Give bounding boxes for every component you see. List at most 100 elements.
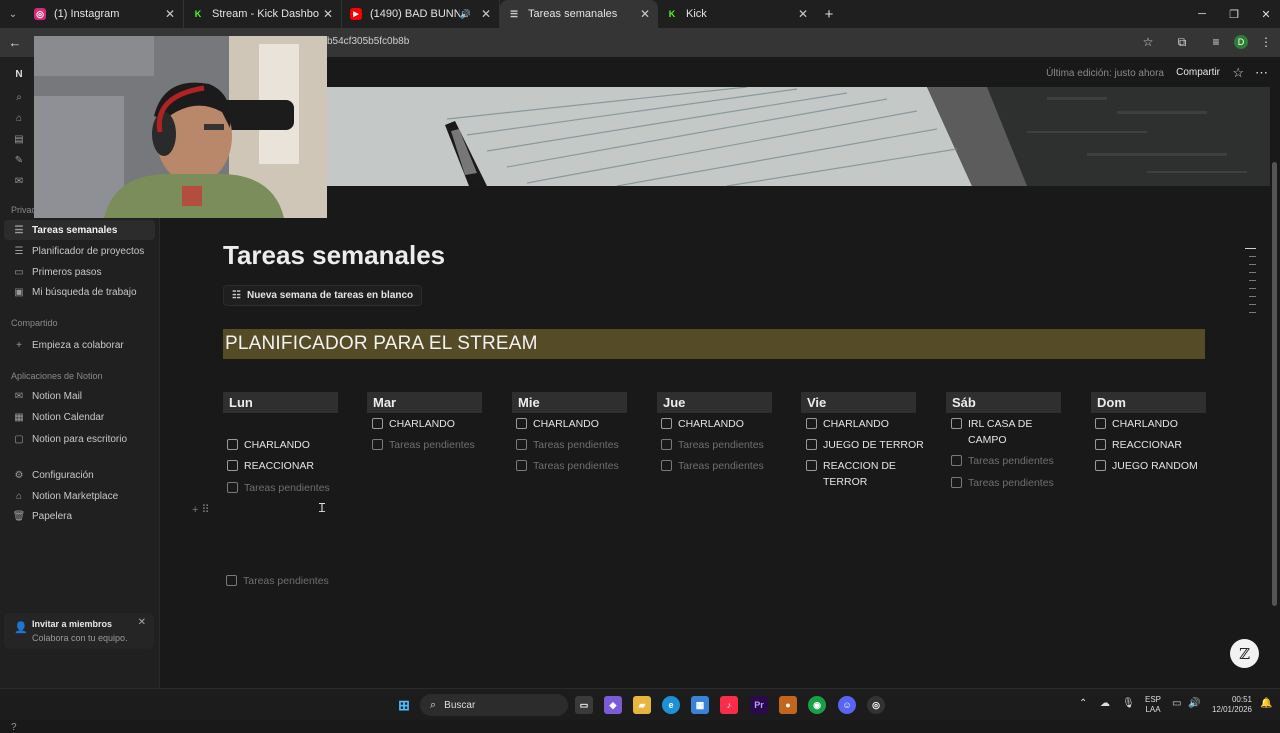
premiere-icon[interactable]: Pr bbox=[750, 696, 768, 714]
new-tab-icon[interactable]: + bbox=[816, 0, 842, 28]
todo-placeholder-text[interactable]: Tareas pendientes bbox=[968, 475, 1054, 491]
todo-placeholder[interactable]: Tareas pendientes bbox=[227, 480, 330, 496]
sidebar-item-notion-mail[interactable]: ✉ Notion Mail bbox=[4, 386, 155, 406]
checkbox[interactable] bbox=[951, 455, 962, 466]
sidebar-item-primeros-pasos[interactable]: ▭ Primeros pasos bbox=[4, 262, 155, 282]
todo-placeholder-text[interactable]: Tareas pendientes bbox=[243, 573, 329, 589]
browser-menu-icon[interactable]: ⋮ bbox=[1258, 34, 1274, 50]
copilot-icon[interactable]: ◆ bbox=[604, 696, 622, 714]
microphone-icon[interactable]: 🎙 bbox=[1122, 698, 1135, 709]
browser-tab-kick[interactable]: K Kick ✕ bbox=[658, 0, 816, 28]
todo-item[interactable]: CHARLANDO bbox=[227, 437, 310, 453]
close-icon[interactable]: ✕ bbox=[138, 617, 146, 628]
todo-item[interactable]: JUEGO DE TERROR bbox=[806, 437, 924, 453]
checkbox[interactable] bbox=[951, 477, 962, 488]
checkbox[interactable] bbox=[227, 439, 238, 450]
media-control-icon[interactable]: ≡ bbox=[1208, 34, 1224, 50]
volume-icon[interactable]: 🔊 bbox=[1188, 698, 1200, 709]
todo-placeholder[interactable]: Tareas pendientes bbox=[661, 458, 764, 474]
todo-placeholder-text[interactable]: Tareas pendientes bbox=[678, 437, 764, 453]
browser-tab-instagram[interactable]: ◎ (1) Instagram ✕ bbox=[26, 0, 184, 28]
invite-members-card[interactable]: 👤 Invitar a miembros Colabora con tu equ… bbox=[4, 613, 154, 649]
day-header[interactable]: Jue bbox=[657, 392, 772, 413]
day-header[interactable]: Lun bbox=[223, 392, 338, 413]
day-header[interactable]: Dom bbox=[1091, 392, 1206, 413]
tab-search-dropdown-icon[interactable]: ⌄ bbox=[0, 0, 26, 28]
browser-tab-youtube[interactable]: ▶ (1490) BAD BUNNY - KETU 🔊 ✕ bbox=[342, 0, 500, 28]
todo-text[interactable]: REACCIONAR bbox=[1112, 437, 1182, 453]
block-drag-handle-icon[interactable]: + ⠿ bbox=[192, 503, 210, 516]
todo-placeholder-text[interactable]: Tareas pendientes bbox=[533, 458, 619, 474]
close-tab-icon[interactable]: ✕ bbox=[323, 7, 333, 21]
todo-placeholder[interactable]: Tareas pendientes bbox=[951, 475, 1054, 491]
checkbox[interactable] bbox=[227, 460, 238, 471]
todo-placeholder[interactable]: Tareas pendientes bbox=[951, 453, 1054, 469]
checkbox[interactable] bbox=[1095, 439, 1106, 450]
sidebar-item-planificador[interactable]: ☰ Planificador de proyectos bbox=[4, 241, 155, 261]
todo-item[interactable]: CHARLANDO bbox=[516, 416, 599, 432]
sidebar-item-marketplace[interactable]: ⌂ Notion Marketplace bbox=[4, 486, 155, 506]
taskbar-clock[interactable]: 00:51 12/01/2026 bbox=[1206, 695, 1252, 715]
todo-placeholder-text[interactable]: Tareas pendientes bbox=[244, 480, 330, 496]
todo-item[interactable]: CHARLANDO bbox=[806, 416, 889, 432]
taskbar-search-box[interactable]: ⌕ Buscar bbox=[420, 694, 568, 716]
todo-item[interactable]: JUEGO RANDOM bbox=[1095, 458, 1198, 474]
day-header[interactable]: Mar bbox=[367, 392, 482, 413]
checkbox[interactable] bbox=[372, 439, 383, 450]
sidebar-item-busqueda-trabajo[interactable]: ▣ Mi búsqueda de trabajo bbox=[4, 282, 155, 302]
store-icon[interactable]: ▦ bbox=[691, 696, 709, 714]
tray-app-icon[interactable]: ☁ bbox=[1100, 698, 1110, 709]
tray-overflow-icon[interactable]: ⌃ bbox=[1079, 698, 1087, 709]
todo-text[interactable]: CHARLANDO bbox=[678, 416, 744, 432]
url-field[interactable]: b54cf305b5fc0b8b bbox=[327, 36, 409, 47]
todo-placeholder-text[interactable]: Tareas pendientes bbox=[389, 437, 475, 453]
todo-placeholder[interactable]: Tareas pendientes bbox=[226, 573, 329, 589]
stream-planner-heading[interactable]: PLANIFICADOR PARA EL STREAM bbox=[223, 329, 1205, 359]
todo-placeholder[interactable]: Tareas pendientes bbox=[516, 458, 619, 474]
edge-icon[interactable]: e bbox=[662, 696, 680, 714]
todo-item[interactable]: CHARLANDO bbox=[661, 416, 744, 432]
extensions-icon[interactable]: ⧉ bbox=[1174, 34, 1190, 50]
profile-avatar[interactable]: D bbox=[1234, 35, 1248, 49]
restore-icon[interactable]: ❐ bbox=[1218, 0, 1250, 28]
todo-placeholder-text[interactable]: Tareas pendientes bbox=[678, 458, 764, 474]
notion-ai-help-icon[interactable]: ℤ bbox=[1230, 639, 1259, 668]
favorite-star-icon[interactable]: ☆ bbox=[1232, 65, 1244, 81]
sidebar-item-notion-escritorio[interactable]: ▢ Notion para escritorio bbox=[4, 429, 155, 449]
checkbox[interactable] bbox=[806, 418, 817, 429]
checkbox[interactable] bbox=[372, 418, 383, 429]
checkbox[interactable] bbox=[516, 460, 527, 471]
close-tab-icon[interactable]: ✕ bbox=[798, 7, 808, 21]
todo-item[interactable]: CHARLANDO bbox=[372, 416, 455, 432]
todo-placeholder-text[interactable]: Tareas pendientes bbox=[533, 437, 619, 453]
checkbox[interactable] bbox=[227, 482, 238, 493]
page-cover-image[interactable] bbox=[327, 87, 1270, 186]
checkbox[interactable] bbox=[661, 418, 672, 429]
todo-item[interactable]: CHARLANDO bbox=[1095, 416, 1178, 432]
back-arrow-icon[interactable]: ← bbox=[0, 35, 30, 50]
todo-text[interactable]: CHARLANDO bbox=[244, 437, 310, 453]
todo-placeholder[interactable]: Tareas pendientes bbox=[516, 437, 619, 453]
help-question-icon[interactable]: ? bbox=[11, 722, 17, 733]
sidebar-item-papelera[interactable]: 🗑 Papelera bbox=[4, 506, 155, 526]
checkbox[interactable] bbox=[516, 418, 527, 429]
todo-text[interactable]: CHARLANDO bbox=[823, 416, 889, 432]
notification-bell-icon[interactable]: 🔔 bbox=[1260, 698, 1272, 709]
todo-placeholder[interactable]: Tareas pendientes bbox=[372, 437, 475, 453]
close-tab-icon[interactable]: ✕ bbox=[640, 7, 650, 21]
checkbox[interactable] bbox=[661, 460, 672, 471]
checkbox[interactable] bbox=[661, 439, 672, 450]
todo-item[interactable]: REACCIONAR bbox=[227, 458, 314, 474]
chrome-icon[interactable]: ◉ bbox=[808, 696, 826, 714]
page-scrollbar[interactable] bbox=[1272, 162, 1277, 606]
task-view-icon[interactable]: ▭ bbox=[575, 696, 593, 714]
todo-item[interactable]: REACCIONAR bbox=[1095, 437, 1182, 453]
network-icon[interactable]: ▭ bbox=[1172, 698, 1181, 709]
obs-icon[interactable]: ◎ bbox=[867, 696, 885, 714]
todo-item[interactable]: IRL CASA DE CAMPO bbox=[951, 416, 1047, 448]
windows-start-icon[interactable]: ⊞ bbox=[395, 696, 413, 714]
checkbox[interactable] bbox=[226, 575, 237, 586]
page-title[interactable]: Tareas semanales bbox=[223, 240, 445, 271]
input-language-indicator[interactable]: ESP LAA bbox=[1145, 695, 1161, 715]
todo-text[interactable]: JUEGO DE TERROR bbox=[823, 437, 924, 453]
